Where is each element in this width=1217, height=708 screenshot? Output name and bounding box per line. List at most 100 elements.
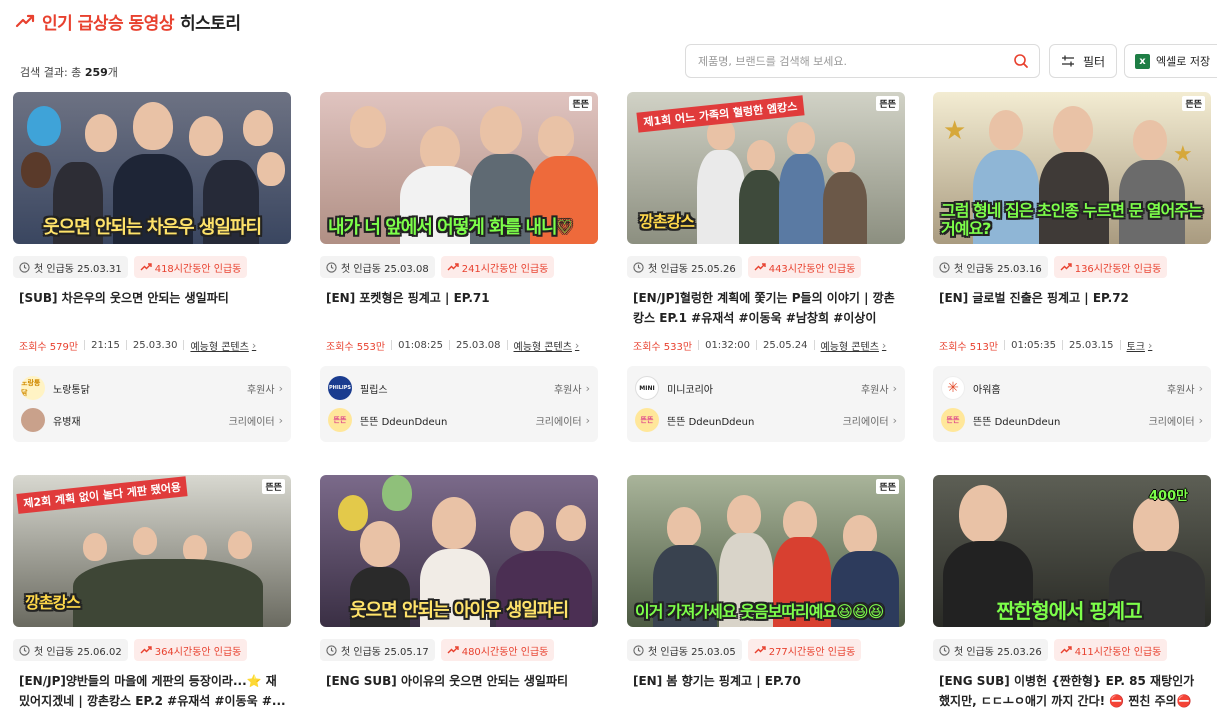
clock-icon: [939, 644, 950, 656]
trend-duration-text: 241시간동안 인급동: [461, 263, 549, 275]
filter-label: 필터: [1082, 54, 1106, 69]
video-thumbnail[interactable]: 뜬뜬 이거 가져가세요 웃음보따리예요😆😆😆: [627, 475, 905, 627]
trending-up-icon: [140, 261, 152, 273]
first-trend-badge: 첫 인급동 25.05.17: [320, 639, 435, 661]
video-card[interactable]: 뜬뜬 내가 너 앞에서 어떻게 화를 내니♡ 첫 인급동 25.03.08 24…: [320, 92, 598, 442]
first-trend-text: 첫 인급동 25.03.31: [34, 263, 122, 275]
video-title[interactable]: [EN/JP]양반들의 마을에 게판의 등장이라...⭐ 재밌어지겠네 | 깡촌…: [13, 671, 291, 708]
search-box[interactable]: [685, 44, 1040, 78]
video-title[interactable]: [ENG SUB] 아이유의 웃으면 안되는 생일파티: [320, 671, 598, 708]
channel-watermark: 뜬뜬: [1182, 96, 1205, 111]
category-label: 토크: [1126, 341, 1145, 353]
creator-role-label: 크리에이터: [535, 416, 582, 428]
chevron-right-icon: ›: [1198, 381, 1203, 395]
video-card[interactable]: 제2회 계획 없이 놀다 게판 됐어용 뜬뜬 깡촌캉스 첫 인급동 25.06.…: [13, 475, 291, 708]
trend-duration-text: 443시간동안 인급동: [768, 263, 856, 275]
video-duration: 01:32:00: [705, 339, 750, 351]
upload-date: 25.05.24: [763, 339, 808, 351]
video-duration: 01:08:25: [398, 339, 443, 351]
clock-icon: [326, 261, 337, 273]
video-stats: 조회수 533만 01:32:00 25.05.24 예능형 콘텐츠 ›: [627, 337, 905, 353]
upload-date: 25.03.08: [456, 339, 501, 351]
trend-badges: 첫 인급동 25.06.02 364시간동안 인급동: [13, 639, 291, 661]
video-card[interactable]: 제1회 어느 가족의 혈렁한 엠캉스 뜬뜬 깡촌캉스 첫 인급동 25.05.2…: [627, 92, 905, 442]
thumbnail-caption: 이거 가져가세요 웃음보따리예요😆😆😆: [635, 602, 884, 621]
video-title[interactable]: [EN] 포켓형은 핑계고 | EP.71: [320, 288, 598, 328]
creator-row[interactable]: 뜬뜬 뜬뜬 DdeunDdeun 크리에이터 ›: [635, 404, 897, 436]
video-title[interactable]: [EN/JP]혈렁한 계획에 쫓기는 P들의 이야기 | 깡촌캉스 EP.1 #…: [627, 288, 905, 328]
chevron-right-icon: ›: [881, 338, 887, 352]
clock-icon: [19, 261, 30, 273]
sponsor-role-label: 후원사: [1166, 384, 1195, 396]
sponsor-logo: 노랑통닭: [21, 376, 45, 400]
video-thumbnail[interactable]: 제2회 계획 없이 놀다 게판 됐어용 뜬뜬 깡촌캉스: [13, 475, 291, 627]
creator-avatar: 뜬뜬: [941, 408, 965, 432]
creator-row[interactable]: 뜬뜬 뜬뜬 DdeunDdeun 크리에이터 ›: [941, 404, 1203, 436]
video-card[interactable]: 뜬뜬 이거 가져가세요 웃음보따리예요😆😆😆 첫 인급동 25.03.05 27…: [627, 475, 905, 708]
sponsor-name: 노랑통닭: [53, 384, 90, 396]
video-title[interactable]: [EN] 글로벌 진출은 핑계고 | EP.72: [933, 288, 1211, 328]
category-link[interactable]: 예능형 콘텐츠 ›: [190, 338, 256, 353]
video-thumbnail[interactable]: 뜬뜬 내가 너 앞에서 어떻게 화를 내니♡: [320, 92, 598, 244]
video-card[interactable]: 웃으면 안되는 아이유 생일파티 첫 인급동 25.05.17 480시간동안 …: [320, 475, 598, 708]
channel-watermark: 뜬뜬: [262, 479, 285, 494]
chevron-right-icon: ›: [1198, 413, 1203, 427]
sponsor-role-label: 후원사: [860, 384, 889, 396]
trend-duration-badge: 277시간동안 인급동: [747, 639, 862, 661]
view-count: 조회수 533만: [633, 341, 693, 353]
trending-up-icon: [447, 644, 459, 656]
sponsor-row[interactable]: MINI 미니코리아 후원사 ›: [635, 372, 897, 404]
video-card[interactable]: ★ ★ 뜬뜬 그럼 형네 집은 초인종 누르면 문 열어주는 거예요? 첫 인급…: [933, 92, 1211, 442]
video-title[interactable]: [SUB] 차은우의 웃으면 안되는 생일파티: [13, 288, 291, 328]
video-thumbnail[interactable]: 웃으면 안되는 차은우 생일파티: [13, 92, 291, 244]
trend-badges: 첫 인급동 25.05.26 443시간동안 인급동: [627, 256, 905, 278]
partner-panel: ✳ 아워홈 후원사 › 뜬뜬 뜬뜬 DdeunDdeun 크리에이터 ›: [933, 366, 1211, 442]
sponsor-row[interactable]: ✳ 아워홈 후원사 ›: [941, 372, 1203, 404]
first-trend-text: 첫 인급동 25.03.08: [341, 263, 429, 275]
trend-duration-badge: 136시간동안 인급동: [1053, 256, 1168, 278]
excel-export-button[interactable]: x 엑셀로 저장: [1124, 44, 1217, 78]
page-title: 인기 급상승 동영상 히스토리: [14, 8, 241, 34]
video-title[interactable]: [ENG SUB] 이병헌 {짠한형} EP. 85 재탕인가 했지만, ㄷㄷㅗ…: [933, 671, 1211, 708]
excel-icon: x: [1135, 53, 1150, 69]
category-link[interactable]: 예능형 콘텐츠 ›: [821, 338, 887, 353]
chevron-right-icon: ›: [892, 381, 897, 395]
trend-duration-badge: 418시간동안 인급동: [133, 256, 248, 278]
sponsor-row[interactable]: PHILIPS 필립스 후원사 ›: [328, 372, 590, 404]
creator-row[interactable]: 유병재 크리에이터 ›: [21, 404, 283, 436]
creator-row[interactable]: 뜬뜬 뜬뜬 DdeunDdeun 크리에이터 ›: [328, 404, 590, 436]
trend-badges: 첫 인급동 25.05.17 480시간동안 인급동: [320, 639, 598, 661]
first-trend-badge: 첫 인급동 25.03.08: [320, 256, 435, 278]
category-link[interactable]: 토크 ›: [1127, 338, 1153, 353]
video-thumbnail[interactable]: 제1회 어느 가족의 혈렁한 엠캉스 뜬뜬 깡촌캉스: [627, 92, 905, 244]
trend-duration-text: 480시간동안 인급동: [461, 646, 549, 658]
page-title-accent: 인기 급상승 동영상: [42, 13, 174, 34]
sponsor-role: 후원사 ›: [1167, 381, 1203, 396]
video-stats: 조회수 579만 21:15 25.03.30 예능형 콘텐츠 ›: [13, 337, 291, 353]
upload-date: 25.03.15: [1069, 339, 1114, 351]
video-thumbnail[interactable]: 400만 짠한형에서 핑계고: [933, 475, 1211, 627]
category-link[interactable]: 예능형 콘텐츠 ›: [514, 338, 580, 353]
sponsor-role: 후원사 ›: [861, 381, 897, 396]
creator-name: 뜬뜬 DdeunDdeun: [667, 416, 755, 428]
first-trend-badge: 첫 인급동 25.03.16: [933, 256, 1048, 278]
sponsor-role: 후원사 ›: [554, 381, 590, 396]
search-input[interactable]: [698, 54, 1013, 68]
creator-role: 크리에이터 ›: [1149, 413, 1203, 428]
trending-up-icon: [754, 261, 766, 273]
video-title[interactable]: [EN] 봄 향기는 핑계고 | EP.70: [627, 671, 905, 708]
trend-duration-badge: 241시간동안 인급동: [440, 256, 555, 278]
clock-icon: [939, 261, 950, 273]
video-duration: 01:05:35: [1011, 339, 1056, 351]
chevron-right-icon: ›: [585, 413, 590, 427]
sponsor-row[interactable]: 노랑통닭 노랑통닭 후원사 ›: [21, 372, 283, 404]
video-card[interactable]: 웃으면 안되는 차은우 생일파티 첫 인급동 25.03.31 418시간동안 …: [13, 92, 291, 442]
video-thumbnail[interactable]: ★ ★ 뜬뜬 그럼 형네 집은 초인종 누르면 문 열어주는 거예요?: [933, 92, 1211, 244]
thumbnail-caption: 내가 너 앞에서 어떻게 화를 내니♡: [328, 217, 573, 238]
first-trend-text: 첫 인급동 25.05.26: [648, 263, 736, 275]
filter-button[interactable]: 필터: [1049, 44, 1117, 78]
creator-avatar: 뜬뜬: [635, 408, 659, 432]
video-card[interactable]: 400만 짠한형에서 핑계고 첫 인급동 25.03.26 411시간동안 인급…: [933, 475, 1211, 708]
search-icon[interactable]: [1013, 53, 1029, 69]
video-thumbnail[interactable]: 웃으면 안되는 아이유 생일파티: [320, 475, 598, 627]
